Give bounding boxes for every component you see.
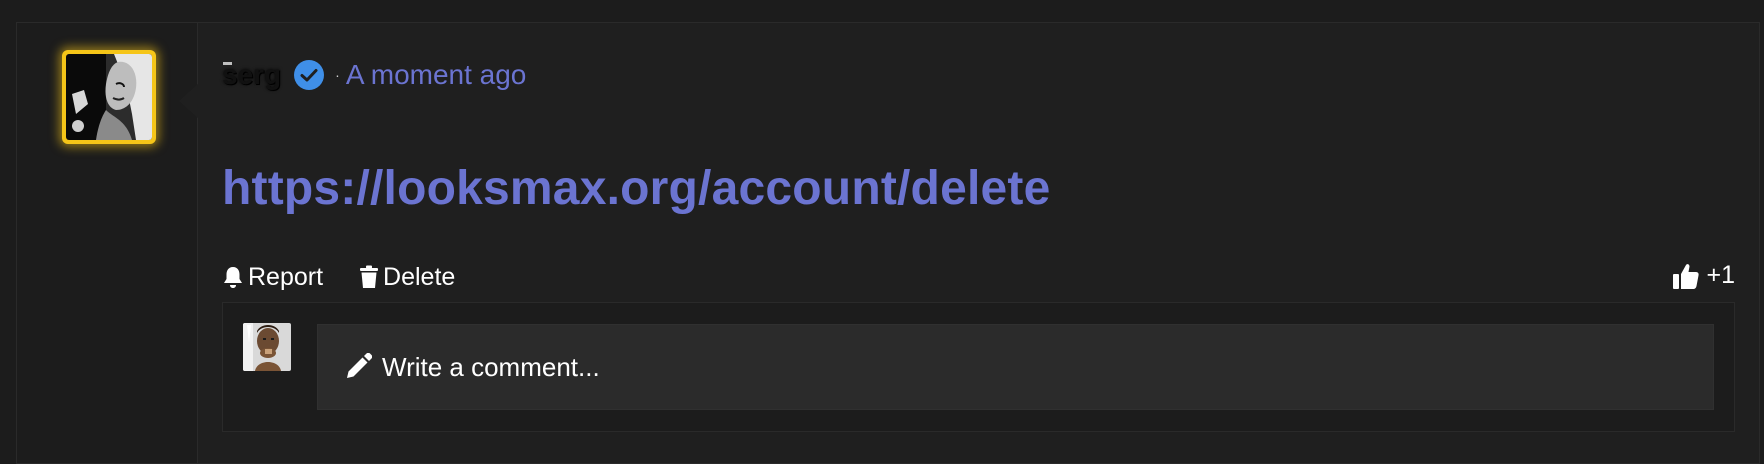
report-button[interactable]: Report bbox=[222, 263, 323, 292]
post-meta: serg · A moment ago bbox=[222, 53, 526, 97]
comment-input[interactable]: Write a comment... bbox=[317, 324, 1714, 410]
post-link[interactable]: https://looksmax.org/account/delete bbox=[222, 161, 1050, 216]
current-user-avatar[interactable] bbox=[243, 323, 291, 371]
like-button[interactable]: +1 bbox=[1672, 261, 1735, 290]
post-main: serg · A moment ago https://looksmax.org… bbox=[222, 23, 1735, 463]
delete-button[interactable]: Delete bbox=[359, 263, 455, 292]
profile-post: serg · A moment ago https://looksmax.org… bbox=[16, 22, 1760, 464]
meta-separator: · bbox=[335, 67, 340, 83]
trash-icon bbox=[360, 265, 379, 288]
like-count: +1 bbox=[1706, 261, 1735, 289]
delete-label: Delete bbox=[383, 262, 456, 291]
verified-check-icon bbox=[293, 59, 325, 91]
bell-icon bbox=[224, 267, 242, 288]
thumbs-up-icon bbox=[1673, 263, 1700, 289]
post-user-column bbox=[17, 23, 198, 463]
comment-placeholder: Write a comment... bbox=[382, 351, 600, 382]
author-avatar-image bbox=[66, 54, 152, 140]
post-timestamp[interactable]: A moment ago bbox=[346, 59, 527, 91]
comment-area: Write a comment... bbox=[222, 302, 1735, 432]
author-avatar[interactable] bbox=[62, 50, 156, 144]
pencil-icon bbox=[347, 353, 372, 378]
post-pointer-arrow bbox=[179, 83, 199, 119]
author-username[interactable]: serg bbox=[222, 59, 281, 91]
report-label: Report bbox=[248, 262, 324, 291]
post-actions: Report Delete +1 bbox=[222, 259, 1735, 295]
